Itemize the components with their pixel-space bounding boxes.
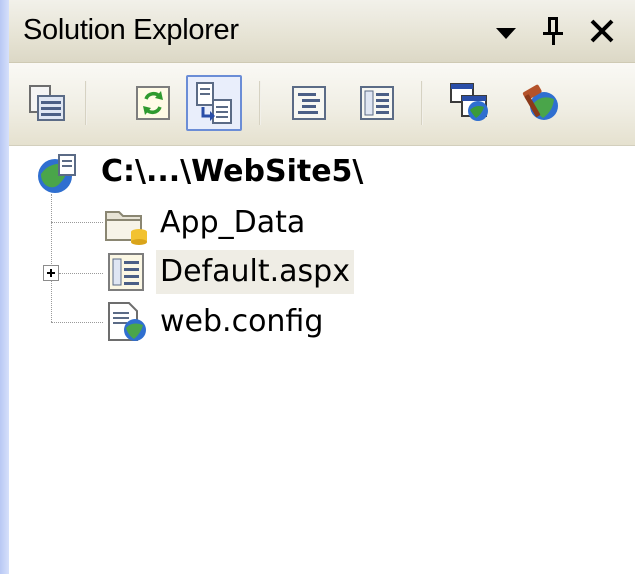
toolbar-separator (85, 81, 87, 125)
solution-explorer-panel: Solution Explorer C:\...\WebSite5\ App_D… (9, 0, 635, 574)
folder-icon (105, 211, 147, 245)
website-globe-icon (38, 154, 76, 193)
refresh-icon (136, 86, 170, 120)
tree-connector-line (59, 273, 103, 274)
asp-config-icon (522, 84, 558, 120)
left-window-edge (0, 0, 9, 574)
toolbar (9, 63, 635, 146)
window-position-dropdown-button[interactable] (489, 12, 523, 48)
solution-tree: C:\...\WebSite5\ App_Data Default.aspx w… (9, 146, 635, 574)
toolbar-separator (421, 81, 423, 125)
tree-connector-line (51, 222, 103, 223)
toolbar-separator (259, 81, 261, 125)
view-designer-icon (360, 86, 394, 120)
aspx-page-icon (108, 253, 144, 291)
copy-web-site-button[interactable] (443, 75, 499, 131)
refresh-button[interactable] (125, 75, 181, 131)
view-designer-button[interactable] (349, 75, 405, 131)
nest-related-files-button[interactable] (186, 75, 242, 131)
chevron-down-icon (496, 28, 516, 39)
auto-hide-pin-button[interactable] (537, 12, 571, 48)
close-button[interactable] (585, 12, 619, 48)
expand-toggle[interactable] (43, 265, 59, 281)
properties-icon (29, 85, 65, 121)
view-code-button[interactable] (281, 75, 337, 131)
asp-net-configuration-button[interactable] (512, 75, 568, 131)
tree-connector-line (51, 194, 52, 322)
properties-button[interactable] (19, 75, 75, 131)
panel-title: Solution Explorer (23, 14, 239, 46)
tree-root-label: C:\...\WebSite5\ (101, 154, 364, 189)
pin-icon (543, 17, 563, 45)
tree-connector-line (51, 322, 103, 323)
copy-website-icon (450, 83, 488, 121)
tree-item-label: web.config (160, 304, 324, 339)
tree-item-label: Default.aspx (156, 250, 354, 294)
view-code-icon (292, 86, 326, 120)
tree-item-label: App_Data (160, 205, 306, 240)
nest-files-icon (196, 82, 232, 124)
close-icon (590, 19, 614, 43)
title-bar: Solution Explorer (9, 0, 635, 63)
config-file-icon (108, 302, 146, 341)
